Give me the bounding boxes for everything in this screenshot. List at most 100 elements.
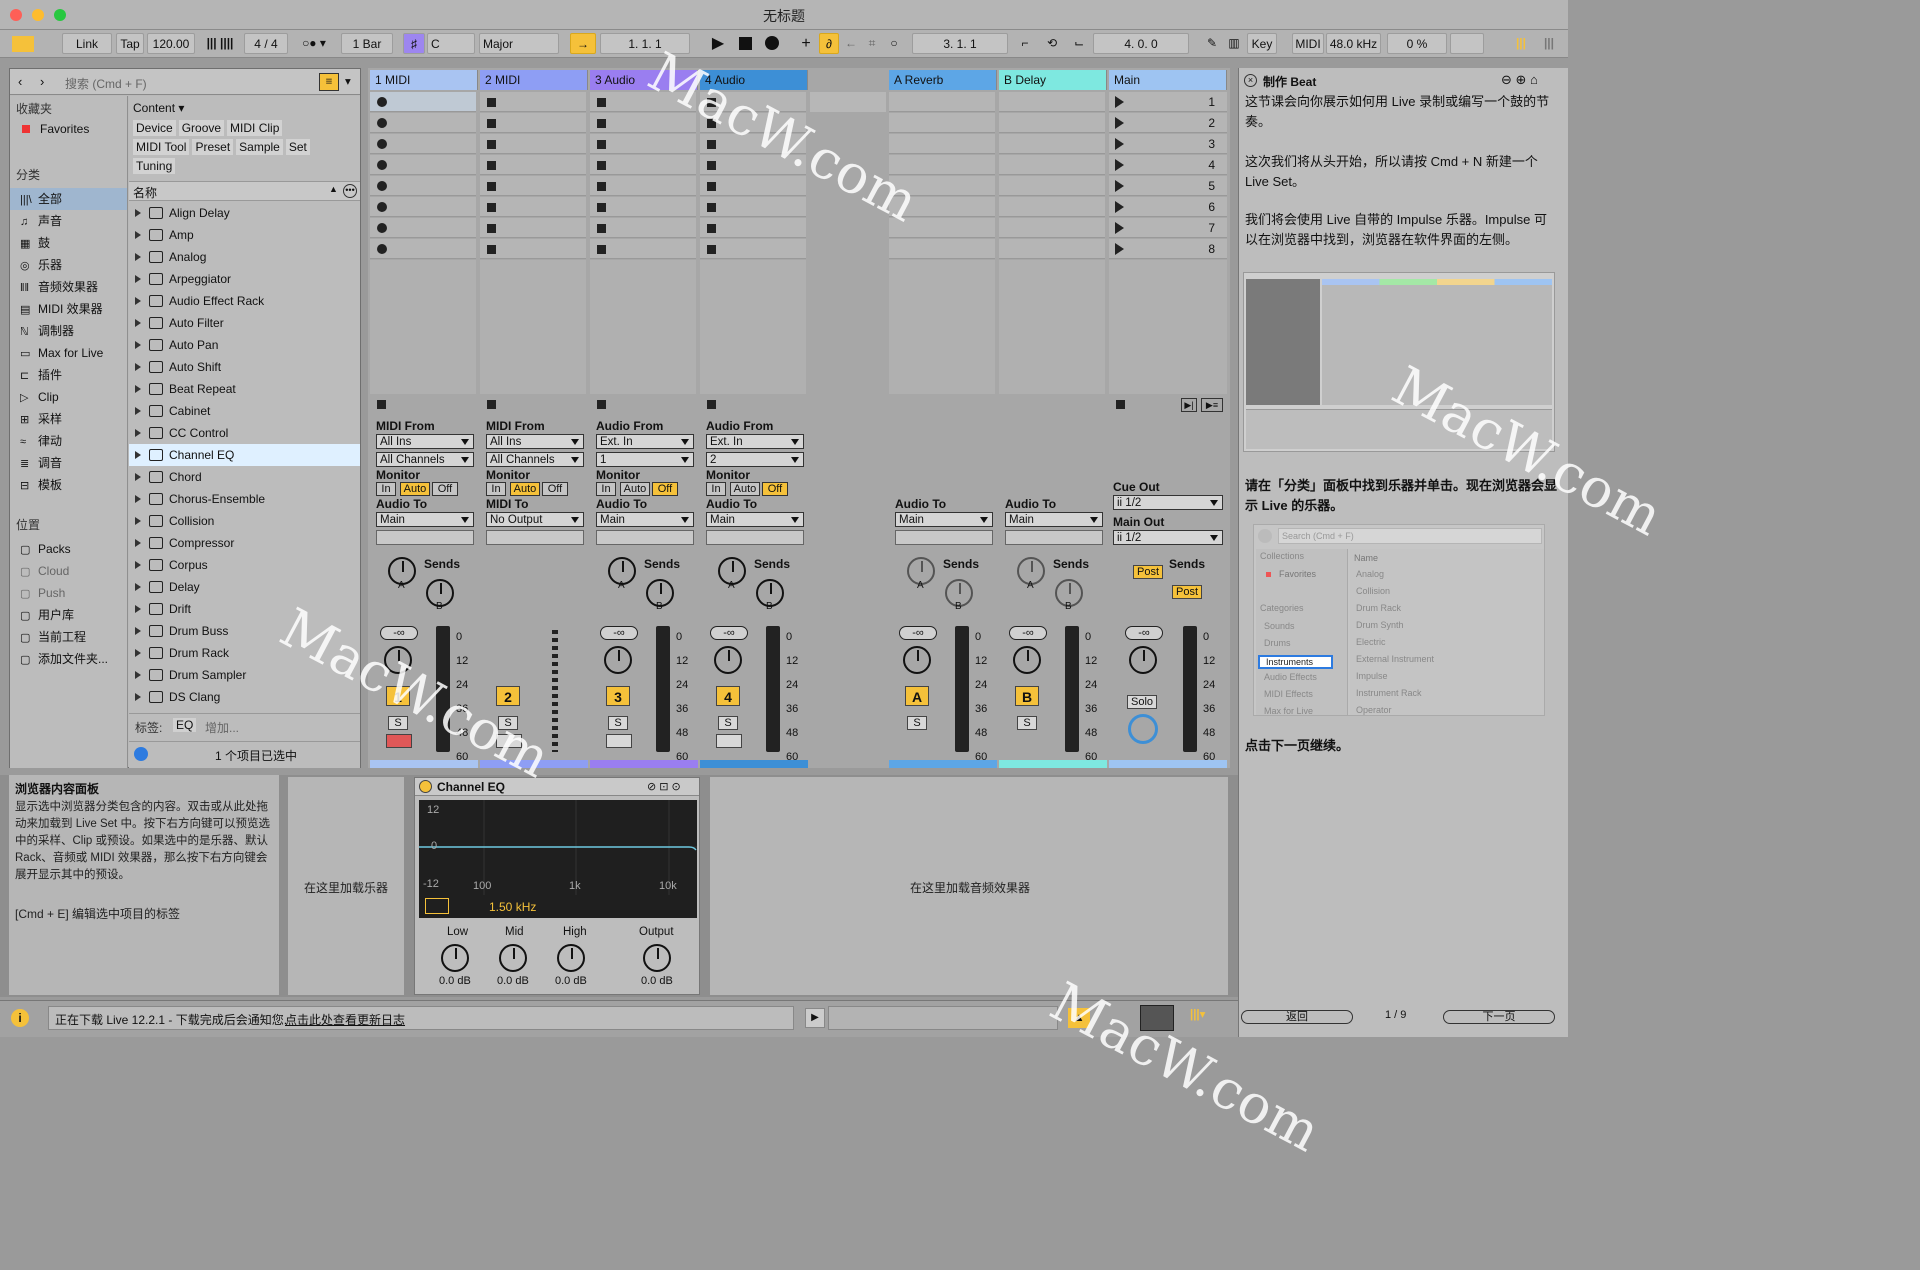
monitor-auto-button[interactable]: Auto bbox=[510, 482, 540, 496]
clip-slot[interactable] bbox=[370, 176, 476, 196]
clip-stop-icon[interactable] bbox=[597, 203, 606, 212]
place-item[interactable]: ▢ Cloud bbox=[10, 560, 127, 582]
quantize-select[interactable]: 1 Bar bbox=[341, 33, 393, 54]
volume-field[interactable]: -∞ bbox=[600, 626, 638, 640]
scale-mode-icon[interactable]: ♯ bbox=[403, 33, 425, 54]
volume-fader[interactable] bbox=[766, 626, 780, 752]
clip-slot[interactable] bbox=[700, 239, 806, 259]
device-activator-icon[interactable] bbox=[419, 780, 432, 793]
filter-tag[interactable]: MIDI Tool bbox=[133, 139, 190, 155]
return-track-header[interactable]: B Delay bbox=[999, 70, 1107, 90]
browser-list-item[interactable]: Chorus-Ensemble bbox=[129, 488, 360, 510]
metronome-icon[interactable]: ○● ▾ bbox=[294, 33, 334, 54]
expand-icon[interactable] bbox=[135, 209, 141, 217]
changelog-link[interactable]: 点击此处查看更新日志 bbox=[285, 1011, 405, 1028]
expand-icon[interactable] bbox=[135, 539, 141, 547]
clip-slot[interactable] bbox=[370, 155, 476, 175]
record-arm-slot-icon[interactable] bbox=[377, 244, 387, 254]
clip-slot[interactable] bbox=[370, 113, 476, 133]
record-icon[interactable] bbox=[762, 33, 782, 54]
place-item[interactable]: ▢ 当前工程 bbox=[10, 626, 127, 648]
name-column-header[interactable]: 名称 ▲ ••• bbox=[129, 181, 360, 201]
scene-launch[interactable]: 4 bbox=[1109, 155, 1227, 175]
input-channel-select[interactable]: 2 bbox=[706, 452, 804, 467]
arm-button[interactable] bbox=[716, 734, 742, 748]
clip-stop-icon[interactable] bbox=[707, 245, 716, 254]
category-item[interactable]: ▭ Max for Live bbox=[10, 342, 127, 364]
expand-icon[interactable] bbox=[135, 451, 141, 459]
clip-slot[interactable] bbox=[590, 239, 696, 259]
output-channel-field[interactable] bbox=[486, 530, 584, 545]
content-dropdown[interactable]: Content ▾ bbox=[133, 101, 184, 115]
browser-list-item[interactable]: Cabinet bbox=[129, 400, 360, 422]
scene-launch[interactable]: 5 bbox=[1109, 176, 1227, 196]
browser-list-item[interactable]: Amp bbox=[129, 224, 360, 246]
scene-launch[interactable]: 6 bbox=[1109, 197, 1227, 217]
expand-icon[interactable] bbox=[135, 253, 141, 261]
clip-stop-icon[interactable] bbox=[597, 182, 606, 191]
clip-stop-icon[interactable] bbox=[487, 161, 496, 170]
clip-stop-icon[interactable] bbox=[707, 182, 716, 191]
clip-stop-icon[interactable] bbox=[597, 245, 606, 254]
scene-view-icon[interactable]: ▶| bbox=[1181, 398, 1197, 412]
scene-play-icon[interactable] bbox=[1115, 201, 1124, 213]
back-to-arrangement-icon[interactable]: ← bbox=[842, 33, 860, 54]
pan-knob[interactable] bbox=[604, 646, 632, 674]
category-item[interactable]: ◎ 乐器 bbox=[10, 254, 127, 276]
empty-clip-area[interactable] bbox=[480, 260, 586, 394]
volume-field[interactable]: -∞ bbox=[710, 626, 748, 640]
output-channel-field[interactable] bbox=[376, 530, 474, 545]
scene-list-icon[interactable]: ▶≡ bbox=[1201, 398, 1223, 412]
browser-list-item[interactable]: Analog bbox=[129, 246, 360, 268]
keyboard-icon[interactable]: ▥ bbox=[1224, 33, 1244, 54]
stop-clips-icon[interactable] bbox=[597, 400, 606, 409]
audio-effect-drop-zone[interactable]: 在这里加载音频效果器 bbox=[710, 777, 1228, 995]
category-item[interactable]: ≣ 调音 bbox=[10, 452, 127, 474]
scene-play-icon[interactable] bbox=[1115, 117, 1124, 129]
browser-list-item[interactable]: Auto Filter bbox=[129, 312, 360, 334]
input-type-select[interactable]: Ext. In bbox=[706, 434, 804, 449]
tag-chip[interactable]: EQ bbox=[173, 718, 197, 732]
category-item[interactable]: ⊏ 插件 bbox=[10, 364, 127, 386]
tag-add-input[interactable]: 增加... bbox=[205, 719, 239, 736]
clip-stop-icon[interactable] bbox=[597, 98, 606, 107]
play-preview-icon[interactable]: ▶ bbox=[805, 1008, 825, 1028]
empty-clip-area[interactable] bbox=[370, 260, 476, 394]
browser-list-item[interactable]: Arpeggiator bbox=[129, 268, 360, 290]
volume-field[interactable]: -∞ bbox=[380, 626, 418, 640]
info-icon[interactable]: i bbox=[11, 1009, 29, 1027]
expand-icon[interactable] bbox=[135, 495, 141, 503]
scene-launch[interactable]: 3 bbox=[1109, 134, 1227, 154]
expand-icon[interactable] bbox=[135, 649, 141, 657]
time-signature[interactable]: 4 / 4 bbox=[244, 33, 288, 54]
place-item[interactable]: ▢ Packs bbox=[10, 538, 127, 560]
place-item[interactable]: ▢ Push bbox=[10, 582, 127, 604]
clip-slot[interactable] bbox=[370, 92, 476, 112]
expand-icon[interactable] bbox=[135, 583, 141, 591]
expand-icon[interactable] bbox=[135, 561, 141, 569]
arm-button[interactable] bbox=[606, 734, 632, 748]
output-channel-field[interactable] bbox=[596, 530, 694, 545]
pan-knob[interactable] bbox=[714, 646, 742, 674]
monitor-in-button[interactable]: In bbox=[486, 482, 506, 496]
cue-volume-knob[interactable] bbox=[1128, 714, 1158, 744]
monitor-auto-button[interactable]: Auto bbox=[400, 482, 430, 496]
track-header[interactable]: 1 MIDI bbox=[370, 70, 478, 90]
stop-clips-icon[interactable] bbox=[377, 400, 386, 409]
expand-icon[interactable] bbox=[135, 385, 141, 393]
empty-clip-area[interactable] bbox=[590, 260, 696, 394]
monitor-in-button[interactable]: In bbox=[376, 482, 396, 496]
key-root-select[interactable]: C bbox=[427, 33, 475, 54]
output-select[interactable]: Main bbox=[706, 512, 804, 527]
send-a-post-button[interactable]: Post bbox=[1133, 565, 1163, 579]
scene-play-icon[interactable] bbox=[1115, 138, 1124, 150]
scene-play-icon[interactable] bbox=[1115, 159, 1124, 171]
track-activator-button[interactable]: 3 bbox=[606, 686, 630, 706]
track-activator-button[interactable]: 4 bbox=[716, 686, 740, 706]
output-channel-field[interactable] bbox=[706, 530, 804, 545]
stop-clips-icon[interactable] bbox=[707, 400, 716, 409]
tap-button[interactable]: Tap bbox=[116, 33, 144, 54]
clip-slot[interactable] bbox=[480, 176, 586, 196]
clip-stop-icon[interactable] bbox=[707, 140, 716, 149]
browser-list-item[interactable]: Channel EQ bbox=[129, 444, 360, 466]
